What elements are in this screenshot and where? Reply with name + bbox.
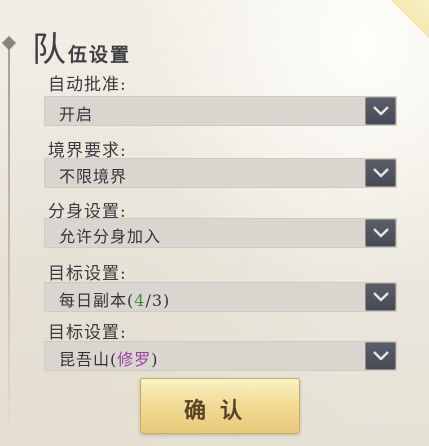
auto-approve-dropdown[interactable]: 开启 — [44, 96, 397, 126]
target-settings-dropdown-1[interactable]: 每日副本(4/3) — [44, 282, 397, 312]
title-rest: 伍设置 — [68, 44, 132, 66]
panel-edge-line — [8, 40, 10, 440]
confirm-button-label: 确认 — [183, 398, 256, 424]
target-settings-value-1: 每日副本(4/3) — [59, 291, 171, 310]
target-settings-label-1: 目标设置: — [48, 264, 127, 284]
confirm-button[interactable]: 确认 — [140, 378, 300, 434]
realm-requirement-dropdown[interactable]: 不限境界 — [44, 158, 397, 188]
chevron-down-icon — [373, 292, 389, 302]
realm-requirement-dropdown-button[interactable] — [365, 159, 396, 187]
chevron-down-icon — [373, 106, 389, 116]
diamond-ornament-icon — [1, 35, 17, 51]
auto-approve-value: 开启 — [59, 105, 94, 124]
title-big-char: 队 — [32, 30, 66, 70]
clone-settings-dropdown[interactable]: 允许分身加入 — [44, 218, 397, 248]
chevron-down-icon — [373, 228, 389, 238]
realm-requirement-value: 不限境界 — [59, 167, 128, 186]
target-settings-label-2: 目标设置: — [48, 323, 127, 343]
target-settings-dropdown-button-1[interactable] — [365, 283, 396, 311]
clone-settings-dropdown-button[interactable] — [365, 219, 396, 247]
chevron-down-icon — [373, 351, 389, 361]
team-settings-panel: 队伍设置 自动批准: 开启 境界要求: 不限境界 分身设置: 允许分身加入 目标… — [0, 0, 429, 446]
target-settings-value-2: 昆吾山(修罗) — [59, 350, 159, 369]
target-settings-dropdown-2[interactable]: 昆吾山(修罗) — [44, 341, 397, 371]
target-settings-dropdown-button-2[interactable] — [365, 342, 396, 370]
auto-approve-dropdown-button[interactable] — [365, 97, 396, 125]
folded-corner-ornament — [391, 0, 429, 38]
chevron-down-icon — [373, 168, 389, 178]
panel-title: 队伍设置 — [32, 22, 131, 71]
clone-settings-value: 允许分身加入 — [59, 227, 162, 246]
auto-approve-label: 自动批准: — [48, 75, 127, 95]
